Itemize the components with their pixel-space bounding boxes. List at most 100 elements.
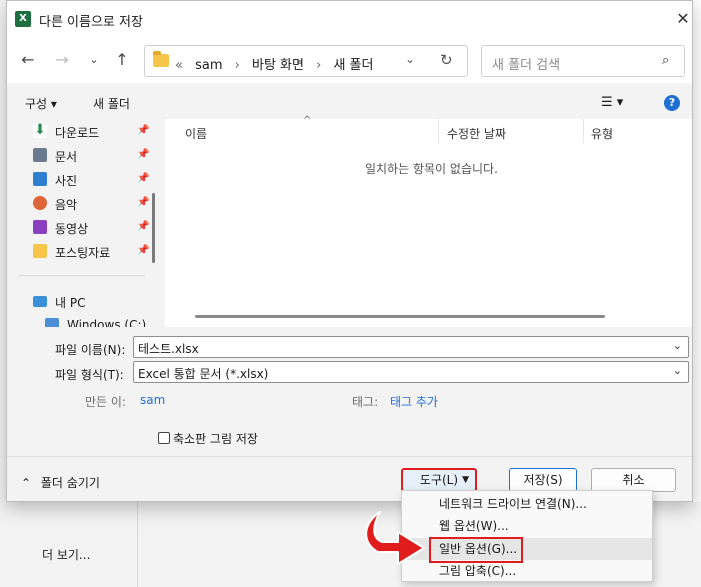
refresh-icon[interactable]: ↻ [440,51,453,69]
pin-icon: 📌 [137,149,150,160]
windows-drive-icon [45,318,59,327]
filename-value[interactable]: 테스트.xlsx [138,340,199,357]
horizontal-scrollbar[interactable] [195,315,605,318]
save-thumbnail-label[interactable]: 축소판 그림 저장 [173,430,258,447]
highlight-box [429,537,523,563]
hide-folders-button[interactable]: ⌃ 폴더 숨기기 [21,474,100,491]
chevron-down-icon[interactable]: ⌄ [673,339,682,352]
sidebar-item-music[interactable]: 음악 📌 [31,191,151,215]
cancel-button[interactable]: 취소 [591,468,676,492]
chevron-down-icon[interactable]: ⌄ [673,364,682,377]
authors-value[interactable]: sam [140,393,165,407]
title-bar: X 다른 이름으로 저장 ✕ [7,1,692,37]
sidebar-item-label: 내 PC [55,296,86,310]
background-divider [137,502,138,587]
filetype-value[interactable]: Excel 통합 문서 (*.xlsx) [138,365,268,382]
back-arrow-icon[interactable]: ← [17,49,39,71]
filename-label: 파일 이름(N): [55,343,126,357]
pin-icon: 📌 [137,245,150,256]
navigation-pane: ⬇ 다운로드 📌 문서 📌 사진 📌 음악 📌 동영상 📌 포스팅자료 📌 내 … [7,119,161,327]
search-icon[interactable]: ⌕ [662,53,669,68]
sidebar-item-label: 포스팅자료 [55,246,111,260]
tools-menu: 네트워크 드라이브 연결(N)... 웹 옵션(W)... 일반 옵션(G)..… [401,490,653,582]
pin-icon: 📌 [137,125,150,136]
save-thumbnail-checkbox[interactable] [158,432,170,444]
search-input[interactable]: 새 폴더 검색 [492,54,560,73]
sidebar-item-this-pc[interactable]: 내 PC [31,289,151,313]
breadcrumb-item[interactable]: sam [195,58,222,73]
breadcrumb: « sam › 바탕 화면 › 새 폴더 [175,54,381,73]
sidebar-item-label: 음악 [55,198,78,212]
menu-item-web-options[interactable]: 웹 옵션(W)... [402,515,652,537]
pin-icon: 📌 [137,221,150,232]
sort-ascending-icon: ^ [303,115,312,126]
menu-item-map-network-drive[interactable]: 네트워크 드라이브 연결(N)... [402,493,652,515]
sidebar-item-label: 사진 [55,174,78,188]
column-header-name[interactable]: 이름 [185,125,207,142]
pin-icon: 📌 [137,173,150,184]
sidebar-item-videos[interactable]: 동영상 📌 [31,215,151,239]
hide-folders-label: 폴더 숨기기 [40,476,100,490]
sidebar-item-label: 다운로드 [55,126,100,140]
breadcrumb-item[interactable]: 새 폴더 [333,58,373,73]
chevron-down-icon[interactable]: ⌄ [405,52,415,66]
sidebar-item-label: Windows (C:) [67,318,147,327]
save-button[interactable]: 저장(S) [509,468,577,492]
breadcrumb-overflow[interactable]: « [175,58,183,73]
navigation-bar: ← → ⌄ ↑ « sam › 바탕 화면 › 새 폴더 ⌄ ↻ 새 폴더 검색… [7,37,692,83]
sidebar-item-pictures[interactable]: 사진 📌 [31,167,151,191]
recent-locations-chevron-icon[interactable]: ⌄ [83,49,105,71]
address-bar[interactable]: « sam › 바탕 화면 › 새 폴더 ⌄ ↻ [144,45,468,77]
sidebar-divider [19,275,145,276]
view-options-icon[interactable]: ☰ ▾ [601,95,623,110]
breadcrumb-chevron-icon[interactable]: › [235,58,240,73]
breadcrumb-item[interactable]: 바탕 화면 [252,58,304,73]
music-icon [33,196,47,210]
sidebar-item-label: 동영상 [55,222,89,236]
folder-icon [33,244,47,258]
background-sheet-edge [692,0,701,587]
column-separator[interactable] [583,119,584,143]
pin-icon: 📌 [137,197,150,208]
up-arrow-icon[interactable]: ↑ [111,49,133,71]
filetype-label: 파일 형식(T): [55,368,124,382]
footer-divider [7,456,692,457]
document-icon [33,148,47,162]
pictures-icon [33,172,47,186]
sidebar-item-label: 문서 [55,150,78,164]
new-folder-button[interactable]: 새 폴더 [93,95,130,112]
annotation-arrow-icon [365,511,425,565]
sidebar-item-downloads[interactable]: ⬇ 다운로드 📌 [31,119,151,143]
tags-label: 태그: [352,395,379,409]
tags-value[interactable]: 태그 추가 [390,393,438,410]
chevron-up-icon: ⌃ [21,476,32,490]
command-bar: 구성 ▾ 새 폴더 ☰ ▾ ? [7,83,692,119]
search-box[interactable]: 새 폴더 검색 ⌕ [481,45,685,77]
scrollbar-thumb[interactable] [152,193,155,263]
column-separator[interactable] [438,119,439,143]
organize-button[interactable]: 구성 ▾ [25,95,57,112]
filename-field[interactable]: 테스트.xlsx ⌄ [133,336,689,358]
column-header-date-modified[interactable]: 수정한 날짜 [447,125,506,142]
sidebar-item-posting-materials[interactable]: 포스팅자료 📌 [31,239,151,263]
help-icon[interactable]: ? [664,95,680,111]
tools-button[interactable]: 도구(L) ▼ [401,468,477,492]
computer-icon [33,296,47,307]
menu-item-compress-pictures[interactable]: 그림 압축(C)... [402,560,652,582]
authors-label: 만든 이: [85,395,126,409]
column-header-type[interactable]: 유형 [591,125,613,142]
more-link[interactable]: 더 보기... [42,546,90,563]
caret-down-icon: ▼ [462,475,469,485]
empty-list-message: 일치하는 항목이 없습니다. [365,162,498,176]
sidebar-item-drive-c[interactable]: Windows (C:) [43,313,161,327]
breadcrumb-chevron-icon[interactable]: › [316,58,321,73]
close-icon[interactable]: ✕ [671,7,695,31]
sidebar-scrollbar[interactable] [152,119,156,327]
video-icon [33,220,47,234]
excel-icon: X [15,11,31,27]
folder-icon [153,51,169,67]
forward-arrow-icon[interactable]: → [51,49,73,71]
file-list: ^ 이름 수정한 날짜 유형 일치하는 항목이 없습니다. [165,115,692,327]
sidebar-item-documents[interactable]: 문서 📌 [31,143,151,167]
filetype-select[interactable]: Excel 통합 문서 (*.xlsx) ⌄ [133,361,689,383]
